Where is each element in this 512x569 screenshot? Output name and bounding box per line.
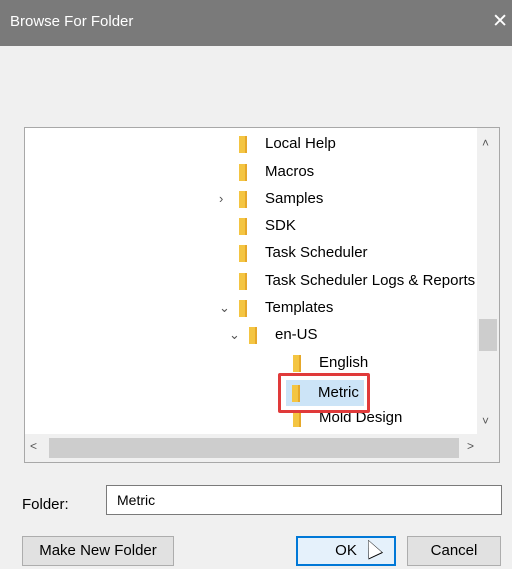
make-new-folder-button[interactable]: Make New Folder — [22, 536, 174, 566]
tree-item-label: SDK — [265, 217, 296, 234]
highlight-box — [278, 373, 370, 413]
horizontal-scroll-thumb[interactable] — [49, 438, 459, 458]
scroll-up-icon[interactable]: ˄ — [482, 136, 489, 150]
chevron-down-icon[interactable]: ⌄ — [229, 322, 240, 348]
vertical-scroll-thumb[interactable] — [479, 319, 497, 351]
tree-item-label: Macros — [265, 163, 315, 180]
scroll-right-icon[interactable]: > — [467, 439, 474, 453]
scroll-down-icon[interactable]: ˅ — [482, 414, 489, 428]
folder-icon — [239, 300, 247, 317]
folder-tree[interactable]: Local Help Macros › Samples SDK Task Sch… — [24, 127, 500, 463]
scroll-left-icon[interactable]: < — [30, 439, 37, 453]
chevron-down-icon[interactable]: ⌄ — [219, 295, 230, 321]
folder-icon — [239, 245, 247, 262]
folder-label: Folder: — [22, 496, 69, 513]
tree-item-label: Templates — [265, 299, 334, 316]
close-icon[interactable]: ✕ — [492, 10, 508, 33]
vertical-scrollbar[interactable]: ˄ ˅ — [477, 128, 499, 434]
folder-icon — [239, 218, 247, 235]
folder-input[interactable] — [106, 485, 502, 515]
tree-item-label: Task Scheduler — [265, 244, 368, 261]
cancel-button[interactable]: Cancel — [407, 536, 501, 566]
dialog-title: Browse For Folder — [10, 13, 134, 30]
horizontal-scrollbar[interactable]: < > — [25, 434, 479, 462]
tree-item-label: en-US — [275, 326, 318, 343]
folder-icon — [239, 273, 247, 290]
folder-icon — [249, 327, 257, 344]
tree-item-label: Task Scheduler Logs & Reports — [265, 272, 476, 289]
folder-icon — [239, 136, 247, 153]
title-bar: Browse For Folder ✕ — [0, 0, 512, 46]
chevron-right-icon[interactable]: › — [219, 186, 223, 212]
tree-item-label: Local Help — [265, 135, 336, 152]
scrollbar-corner — [479, 434, 499, 462]
folder-icon — [239, 164, 247, 181]
folder-icon — [293, 355, 301, 372]
tree-item-label: Samples — [265, 190, 324, 207]
folder-icon — [239, 191, 247, 208]
